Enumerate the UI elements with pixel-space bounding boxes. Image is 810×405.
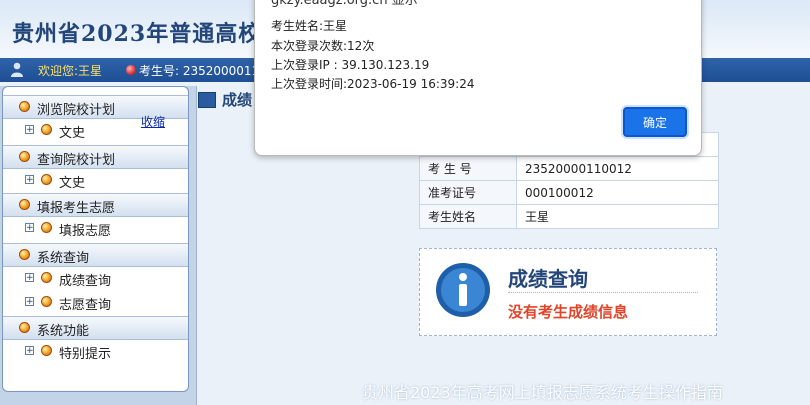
menu-group-system-query[interactable]: 系统查询 — [3, 243, 188, 267]
bullet-icon — [19, 151, 30, 162]
table-row: 考 生 号 23520000110012 — [419, 156, 719, 181]
menu-item-label: 志愿查询 — [59, 298, 112, 313]
status-dot-icon — [126, 65, 136, 75]
menu-item-label: 填报志愿 — [59, 224, 112, 239]
table-row: 考生姓名 王星 — [419, 204, 719, 229]
menu-group-fill-volunteer[interactable]: 填报考生志愿 — [3, 193, 188, 217]
table-cell-key: 准考证号 — [419, 180, 517, 205]
table-cell-key: 考生姓名 — [419, 204, 517, 229]
sidebar-menu: 浏览院校计划 + 文史 查询院校计划 + 文史 填报考生志愿 + 填报志愿 系统… — [2, 86, 189, 392]
dialog-line-last-time: 上次登录时间:2023-06-19 16:39:24 — [271, 77, 475, 91]
expand-icon[interactable]: + — [25, 346, 34, 356]
menu-item-special-notice[interactable]: + 特别提示 — [3, 340, 188, 362]
table-cell-value: 000100012 — [516, 180, 719, 205]
menu-group-label: 系统查询 — [37, 251, 90, 266]
menu-item-volunteer-query[interactable]: + 志愿查询 — [3, 291, 188, 313]
table-cell-value: 王星 — [516, 204, 719, 229]
welcome-label: 欢迎您: — [38, 64, 79, 78]
menu-group-system-function[interactable]: 系统功能 — [3, 316, 188, 340]
page-icon — [198, 92, 216, 108]
table-cell-key: 考 生 号 — [419, 156, 517, 181]
result-message: 没有考生成绩信息 — [508, 303, 629, 321]
bullet-icon — [19, 249, 30, 260]
bullet-icon — [41, 222, 52, 233]
divider — [508, 292, 698, 293]
menu-group-label: 系统功能 — [37, 324, 90, 339]
menu-item-label: 文史 — [59, 126, 86, 141]
collapse-link[interactable]: 收缩 — [141, 113, 165, 130]
menu-item-label: 特别提示 — [59, 347, 112, 362]
expand-icon[interactable]: + — [25, 175, 34, 185]
table-cell-value: 23520000110012 — [516, 156, 719, 181]
expand-icon[interactable]: + — [25, 273, 34, 283]
menu-item-fill-volunteer[interactable]: + 填报志愿 — [3, 217, 188, 239]
page-title: 成绩 — [222, 91, 253, 109]
menu-group-label: 填报考生志愿 — [37, 201, 116, 216]
sidebar: 浏览院校计划 + 文史 查询院校计划 + 文史 填报考生志愿 + 填报志愿 系统… — [0, 86, 197, 405]
menu-item-label: 成绩查询 — [59, 274, 112, 289]
result-panel: 成绩查询 没有考生成绩信息 — [419, 248, 717, 336]
site-title: 贵州省2023年普通高校 — [12, 21, 262, 47]
menu-item-label: 文史 — [59, 176, 86, 191]
footer-watermark: 贵州省2023年高考网上填报志愿系统考生操作指南 — [362, 383, 723, 402]
alert-dialog: gkzy.eaagz.org.cn 显示 考生姓名:王星 本次登录次数:12次 … — [254, 0, 702, 156]
bullet-icon — [41, 174, 52, 185]
dialog-title: gkzy.eaagz.org.cn 显示 — [271, 0, 418, 8]
result-title: 成绩查询 — [508, 267, 588, 291]
bullet-icon — [19, 199, 30, 210]
exam-number: 考生号: 23520000110 — [139, 64, 267, 78]
bullet-icon — [41, 124, 52, 135]
bullet-icon — [41, 345, 52, 356]
expand-icon[interactable]: + — [25, 223, 34, 233]
menu-group-label: 查询院校计划 — [37, 153, 116, 168]
expand-icon[interactable]: + — [25, 125, 34, 135]
user-name: 王星 — [78, 64, 103, 78]
menu-item-score-query[interactable]: + 成绩查询 — [3, 267, 188, 289]
menu-group-label: 浏览院校计划 — [37, 103, 116, 118]
dialog-line-last-ip: 上次登录IP : 39.130.123.19 — [271, 58, 430, 72]
bullet-icon — [19, 322, 30, 333]
user-icon — [11, 62, 23, 77]
menu-group-query-plan[interactable]: 查询院校计划 — [3, 145, 188, 169]
bullet-icon — [41, 296, 52, 307]
dialog-line-name: 考生姓名:王星 — [271, 19, 348, 33]
expand-icon[interactable]: + — [25, 297, 34, 307]
info-icon — [436, 263, 490, 317]
bullet-icon — [19, 101, 30, 112]
welcome-text: 欢迎您:王星 — [38, 62, 102, 79]
menu-item-query-wenshi[interactable]: + 文史 — [3, 169, 188, 191]
dialog-line-login-count: 本次登录次数:12次 — [271, 39, 375, 53]
table-row: 准考证号 000100012 — [419, 180, 719, 205]
bullet-icon — [41, 272, 52, 283]
ok-button[interactable]: 确定 — [623, 107, 687, 137]
